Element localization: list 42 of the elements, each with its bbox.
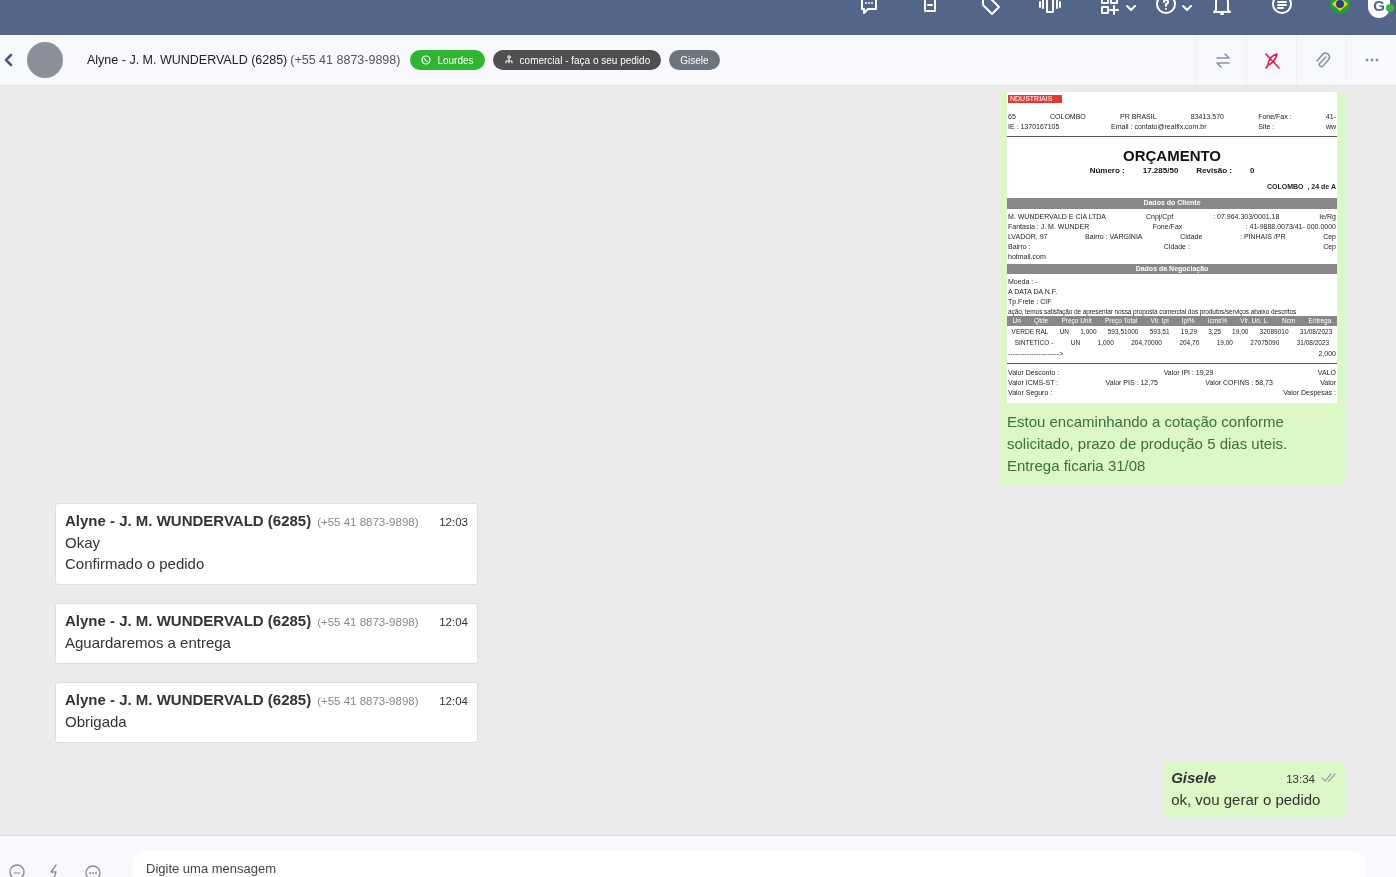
message-time: 13:34 [1286,773,1315,785]
contact-phone: (+55 41 8873-9898) [290,53,401,67]
message-time: 12:04 [439,616,468,628]
hierarchy-icon [503,55,514,65]
document-text: Número : [1089,166,1125,176]
contact-name: Alyne - J. M. WUNDERVALD (6285) [87,53,288,67]
message-time: 12:03 [439,516,468,528]
message-text: Obrigada [65,712,128,732]
online-status-dot [1386,4,1394,12]
document-text: 0 [1249,166,1255,176]
message-text: ok, vou gerar o pedido [1171,790,1322,810]
document-text: Revisão : [1196,166,1232,176]
bell-icon[interactable] [1211,0,1233,18]
flag-icon[interactable] [1330,0,1350,14]
emoji-icon[interactable] [8,863,26,877]
tag-icon[interactable] [979,0,1001,18]
tag-user[interactable]: Gisele [669,50,720,70]
caret-icon[interactable] [1126,4,1136,12]
document-text: 17.285/50 [1142,166,1179,176]
sender-phone: (+55 41 8873-9898) [317,695,419,707]
message-text: Confirmado o pedido [65,554,206,574]
caret-icon[interactable] [1182,4,1192,12]
contact-avatar[interactable] [27,42,63,78]
sender-name: Alyne - J. M. WUNDERVALD (6285) [65,512,312,529]
back-icon[interactable] [3,53,13,67]
message-input[interactable]: Digite uma mensagem [132,851,1366,877]
sender-phone: (+55 41 8873-9898) [317,616,419,628]
tag-queue[interactable]: comercial - faça o seu pedido [492,50,662,70]
document-text: ORÇAMENTO [1122,147,1222,165]
double-check-icon [1321,773,1337,783]
sender-name: Gisele [1171,769,1217,786]
message-time: 12:04 [439,695,468,707]
sender-name: Alyne - J. M. WUNDERVALD (6285) [65,612,312,629]
message-text: Okay [65,533,101,553]
message-text: Aguardaremos a entrega [65,633,232,653]
pen-off-icon[interactable] [1262,51,1281,69]
message-text: Estou encaminhando a cotação conforme solicitado, prazo de produção 5 dias uteis. Entrega ficaria 31/08 [1007,412,1289,476]
sender-phone: (+55 41 8873-9898) [317,516,419,528]
document-preview[interactable] [1007,91,1337,403]
apps-add-icon[interactable] [1099,0,1121,18]
whatsapp-icon [421,55,432,65]
sender-name: Alyne - J. M. WUNDERVALD (6285) [65,691,312,708]
